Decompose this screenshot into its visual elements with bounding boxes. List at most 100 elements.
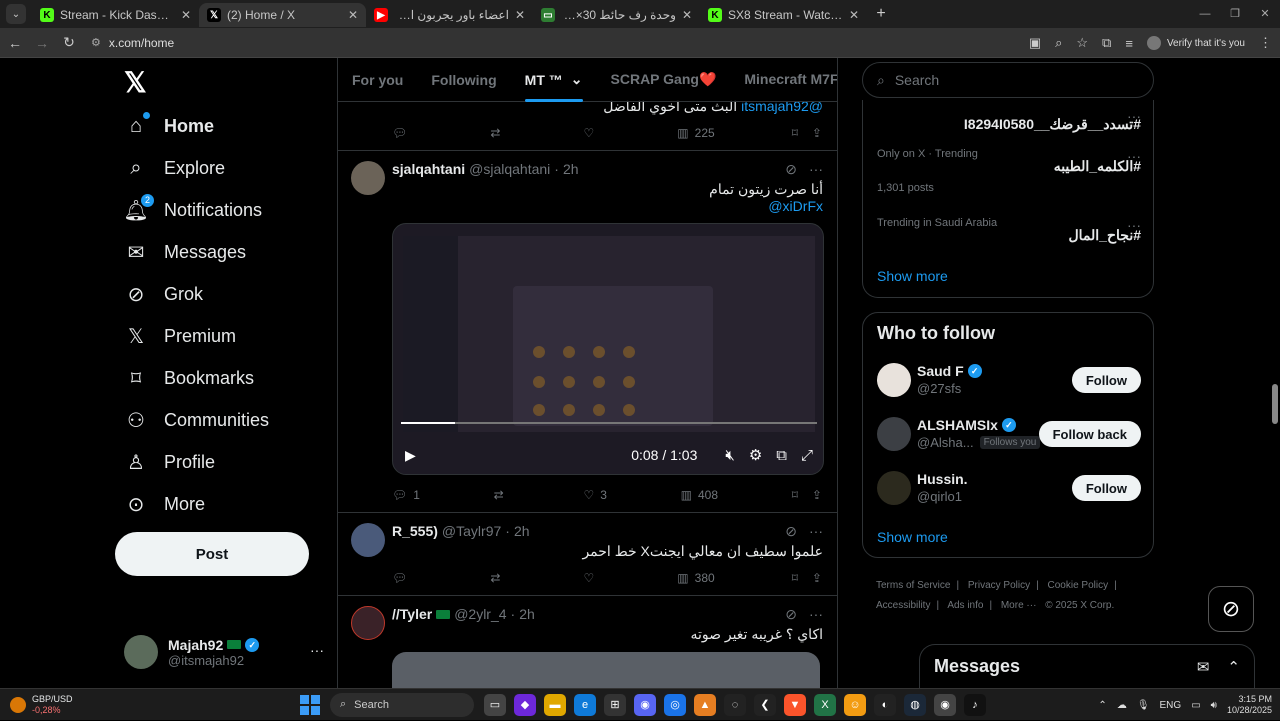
scrollbar-thumb[interactable] bbox=[1272, 384, 1278, 424]
views-button[interactable]: ▥ 225 bbox=[677, 123, 714, 143]
new-tab-button[interactable]: + bbox=[871, 4, 891, 24]
follow-suggestion[interactable]: ALSHAMSIx ✓ @Alsha... Follows you Follow b… bbox=[877, 417, 1141, 457]
grok-icon[interactable]: ⊘ bbox=[785, 606, 797, 623]
language-indicator[interactable]: ENG bbox=[1160, 700, 1182, 711]
discord-icon[interactable]: ◉ bbox=[634, 693, 656, 716]
clock[interactable]: 3:15 PM 10/28/2025 bbox=[1227, 694, 1272, 716]
tweet[interactable]: //Tyler @2ylr_4 · 2h ⊘ ··· اكاي ؟ غريبه ت… bbox=[338, 596, 837, 688]
close-icon[interactable]: ✕ bbox=[849, 8, 859, 22]
tweet-time[interactable]: 2h bbox=[563, 161, 579, 177]
app-icon[interactable]: ◌ bbox=[724, 693, 746, 716]
tweet-author-name[interactable]: R_555) bbox=[392, 523, 438, 539]
x-logo-icon[interactable]: 𝕏 bbox=[124, 66, 147, 99]
follow-suggestion[interactable]: Saud F ✓ @27sfs Follow bbox=[877, 363, 1141, 403]
tab-for-you[interactable]: For you bbox=[338, 58, 417, 102]
repost-button[interactable]: ⇄ bbox=[490, 568, 506, 588]
sidebar-item-communities[interactable]: ⚇ Communities bbox=[124, 400, 269, 440]
follow-back-button[interactable]: Follow back bbox=[1038, 421, 1141, 447]
video-player[interactable]: ▶ 0:08 / 1:03 🔇︎ ⚙ ⧉ ⤢ bbox=[392, 223, 824, 475]
tweet-time[interactable]: 2h bbox=[514, 523, 530, 539]
browser-menu-icon[interactable]: ⋮ bbox=[1259, 35, 1272, 51]
close-icon[interactable]: ✕ bbox=[682, 8, 692, 22]
restore-icon[interactable]: ❐ bbox=[1220, 0, 1250, 28]
search-input[interactable]: ⌕ Search bbox=[862, 62, 1154, 98]
tweet-author-handle[interactable]: @sjalqahtani bbox=[469, 161, 550, 177]
browser-tab-3[interactable]: ▶ اعضاء باور يجربون اخطر وظيفة في ✕ bbox=[366, 3, 533, 27]
reply-button[interactable]: 💬︎ 1 bbox=[392, 485, 420, 505]
share-icon[interactable]: ⇪ bbox=[812, 126, 822, 140]
bookmark-icon[interactable]: ⌑ bbox=[792, 488, 798, 502]
file-explorer-icon[interactable]: ▬ bbox=[544, 693, 566, 716]
pip-icon[interactable]: ⧉ bbox=[776, 447, 787, 464]
sidebar-item-notifications[interactable]: 🔔︎ 2 Notifications bbox=[123, 190, 262, 230]
more-icon[interactable]: ··· bbox=[809, 606, 823, 623]
more-link[interactable]: More ··· bbox=[1001, 600, 1037, 611]
tweet-author-name[interactable]: sjalqahtani bbox=[392, 161, 465, 177]
sidebar-item-grok[interactable]: ⊘ Grok bbox=[124, 274, 203, 314]
volume-icon[interactable]: 🔊︎ bbox=[1211, 700, 1217, 711]
show-more-follow-link[interactable]: Show more bbox=[877, 529, 948, 545]
more-icon[interactable]: ··· bbox=[310, 642, 324, 658]
follow-suggestion[interactable]: Hussin. @qirlo1 Follow bbox=[877, 471, 1141, 511]
store-icon[interactable]: ⊞ bbox=[604, 693, 626, 716]
star-icon[interactable]: ☆ bbox=[1076, 35, 1088, 51]
settings-icon[interactable]: ⚙ bbox=[749, 446, 762, 464]
obs-icon[interactable]: ◉ bbox=[934, 693, 956, 716]
browser-tab-1[interactable]: K Stream - Kick Dashboard ✕ bbox=[32, 3, 199, 27]
like-button[interactable]: ♡ bbox=[583, 568, 600, 588]
browser-tab-5[interactable]: K SX8 Stream - Watch Live on Kic ✕ bbox=[700, 3, 867, 27]
tweet-mention[interactable]: @xiDrFx bbox=[768, 198, 823, 214]
cast-icon[interactable]: ▣ bbox=[1029, 35, 1041, 51]
app-icon[interactable]: ☺ bbox=[844, 693, 866, 716]
repost-button[interactable]: ⇄ bbox=[494, 485, 510, 505]
avatar[interactable] bbox=[351, 523, 385, 557]
tiktok-icon[interactable]: ♪ bbox=[964, 693, 986, 716]
views-button[interactable]: ▥ 408 bbox=[681, 485, 718, 505]
site-settings-icon[interactable]: ⚙ bbox=[91, 36, 101, 49]
network-icon[interactable]: ▭ bbox=[1191, 700, 1200, 711]
avatar[interactable] bbox=[351, 606, 385, 640]
sidebar-item-home[interactable]: ⌂ Home bbox=[124, 106, 214, 146]
close-icon[interactable]: ✕ bbox=[515, 8, 525, 22]
extensions-icon[interactable]: ⧉ bbox=[1102, 35, 1111, 51]
mute-icon[interactable]: 🔇︎ bbox=[725, 447, 734, 464]
reply-button[interactable]: 💬︎ bbox=[392, 123, 413, 143]
avatar[interactable] bbox=[351, 161, 385, 195]
back-icon[interactable]: ← bbox=[3, 35, 27, 51]
video-progress-bar[interactable] bbox=[401, 422, 817, 424]
chrome-icon[interactable]: ◎ bbox=[664, 693, 686, 716]
like-button[interactable]: ♡ bbox=[583, 123, 600, 143]
repost-button[interactable]: ⇄ bbox=[490, 123, 506, 143]
expand-icon[interactable]: ⌃ bbox=[1227, 658, 1240, 676]
fullscreen-icon[interactable]: ⤢ bbox=[801, 447, 813, 464]
taskbar-search[interactable]: ⌕ Search bbox=[330, 692, 474, 717]
sidebar-item-more[interactable]: ⊙ More bbox=[124, 484, 205, 524]
trend-item[interactable]: Only on X · Trending ··· #الكلمه_الطيبه … bbox=[877, 144, 1141, 194]
brave-icon[interactable]: ▼ bbox=[784, 693, 806, 716]
sidebar-item-messages[interactable]: ✉ Messages bbox=[124, 232, 246, 272]
grok-icon[interactable]: ⊘ bbox=[785, 523, 797, 540]
share-icon[interactable]: ⇪ bbox=[812, 488, 822, 502]
app-icon[interactable]: ❮ bbox=[754, 693, 776, 716]
media-icon[interactable]: ≡ bbox=[1125, 36, 1133, 51]
profile-button[interactable]: Verify that it's you bbox=[1146, 36, 1245, 50]
avatar[interactable] bbox=[877, 417, 911, 451]
more-icon[interactable]: ··· bbox=[809, 523, 823, 540]
post-button[interactable]: Post bbox=[115, 532, 309, 576]
tweet-author-handle[interactable]: @Taylr97 bbox=[442, 523, 501, 539]
follow-button[interactable]: Follow bbox=[1071, 367, 1141, 393]
tab-minecraft[interactable]: Minecraft M7FOFH 👾 bbox=[730, 58, 837, 102]
bookmark-icon[interactable]: ⌑ bbox=[792, 126, 798, 140]
like-button[interactable]: ♡ 3 bbox=[583, 485, 606, 505]
accessibility-link[interactable]: Accessibility bbox=[876, 600, 930, 611]
account-switcher[interactable]: Majah92 ✓ @itsmajah92 ··· bbox=[124, 632, 324, 672]
copilot-icon[interactable]: ◆ bbox=[514, 693, 536, 716]
privacy-link[interactable]: Privacy Policy bbox=[968, 580, 1030, 591]
tweet-author-handle[interactable]: @2ylr_4 bbox=[454, 606, 506, 622]
follow-button[interactable]: Follow bbox=[1071, 475, 1141, 501]
tab-search-button[interactable]: ⌄ bbox=[6, 4, 26, 24]
avatar[interactable] bbox=[877, 471, 911, 505]
reload-icon[interactable]: ↻ bbox=[57, 34, 81, 51]
bookmark-icon[interactable]: ⌑ bbox=[792, 571, 798, 585]
close-window-icon[interactable]: ✕ bbox=[1250, 0, 1280, 28]
